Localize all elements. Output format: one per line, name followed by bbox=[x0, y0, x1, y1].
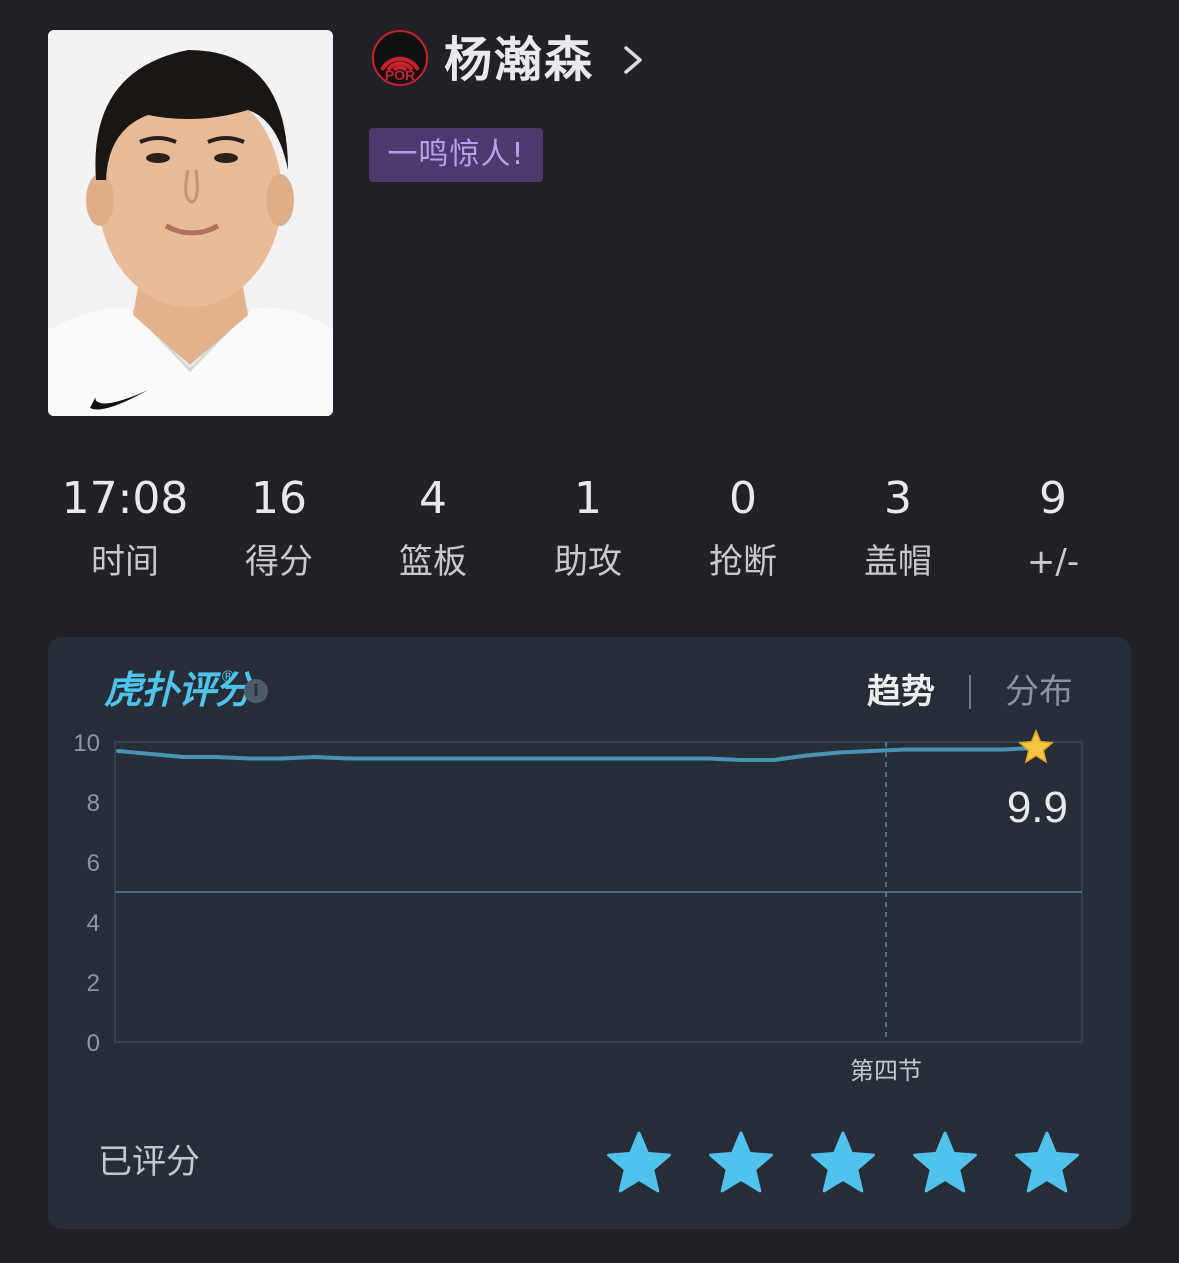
tab-trend[interactable]: 趋势 bbox=[867, 669, 935, 715]
player-tag-badge: 一鸣惊人! bbox=[369, 128, 543, 182]
registered-mark: ® bbox=[220, 667, 236, 686]
rating-series-line bbox=[116, 746, 1038, 762]
team-logo-text: POR bbox=[385, 67, 415, 83]
rating-star-icon[interactable] bbox=[606, 1131, 672, 1195]
rating-trend-chart: 0 2 4 6 8 10 第四节 9.9 bbox=[48, 717, 1131, 1097]
stat-value: 9 bbox=[1039, 473, 1067, 524]
rated-label: 已评分 bbox=[98, 1142, 200, 1182]
y-tick-label: 2 bbox=[87, 970, 100, 997]
y-tick-label: 8 bbox=[87, 790, 100, 817]
stat-value: 4 bbox=[419, 473, 447, 524]
chevron-right-icon[interactable] bbox=[618, 40, 648, 80]
rating-trend-svg: 0 2 4 6 8 10 第四节 9.9 bbox=[73, 729, 1083, 1085]
stat-value: 3 bbox=[884, 473, 912, 524]
stat-value: 0 bbox=[729, 473, 757, 524]
stat-label: 得分 bbox=[245, 542, 313, 582]
y-tick-label: 10 bbox=[73, 730, 100, 757]
stat-value: 1 bbox=[574, 473, 602, 524]
rating-tabs: 趋势 分布 bbox=[867, 669, 1073, 715]
stat-label: 助攻 bbox=[554, 542, 622, 582]
stat-value: 16 bbox=[251, 473, 307, 524]
quarter-marker-label: 第四节 bbox=[850, 1057, 922, 1085]
rating-star-icon[interactable] bbox=[912, 1131, 978, 1195]
rating-star-icon[interactable] bbox=[708, 1131, 774, 1195]
endpoint-star-icon bbox=[1017, 729, 1055, 764]
player-photo bbox=[48, 30, 333, 416]
y-tick-label: 0 bbox=[87, 1030, 100, 1057]
stat-label: 抢断 bbox=[709, 542, 777, 582]
stat-minutes: 17:08 时间 bbox=[48, 470, 202, 588]
final-rating-label: 9.9 bbox=[1007, 783, 1068, 832]
team-logo[interactable]: POR bbox=[372, 30, 428, 86]
stat-label: +/- bbox=[1026, 542, 1080, 582]
stat-rebounds: 4 篮板 bbox=[356, 470, 510, 588]
rating-star-icon[interactable] bbox=[810, 1131, 876, 1195]
stat-steals: 0 抢断 bbox=[666, 470, 820, 588]
stat-blocks: 3 盖帽 bbox=[821, 470, 975, 588]
rating-star-icon[interactable] bbox=[1014, 1131, 1080, 1195]
stat-value: 17:08 bbox=[61, 473, 189, 524]
y-tick-label: 4 bbox=[87, 910, 100, 937]
stat-label: 时间 bbox=[91, 542, 159, 582]
y-tick-label: 6 bbox=[87, 850, 100, 877]
stat-plus-minus: 9 +/- bbox=[976, 470, 1130, 588]
tab-distribution[interactable]: 分布 bbox=[1005, 669, 1073, 715]
rating-card: 虎扑评分 ® i 趋势 分布 0 2 4 6 8 10 第四节 9.9 已评分 bbox=[48, 637, 1131, 1229]
star-rating bbox=[606, 1131, 1086, 1195]
stat-points: 16 得分 bbox=[202, 470, 356, 588]
info-icon[interactable]: i bbox=[244, 679, 268, 703]
player-name[interactable]: 杨瀚森 bbox=[444, 28, 594, 92]
stats-row: 17:08 时间 16 得分 4 篮板 1 助攻 0 抢断 3 盖帽 9 +/- bbox=[48, 470, 1130, 600]
stat-label: 篮板 bbox=[399, 542, 467, 582]
stat-assists: 1 助攻 bbox=[511, 470, 665, 588]
stat-label: 盖帽 bbox=[864, 542, 932, 582]
tab-divider bbox=[969, 675, 971, 709]
